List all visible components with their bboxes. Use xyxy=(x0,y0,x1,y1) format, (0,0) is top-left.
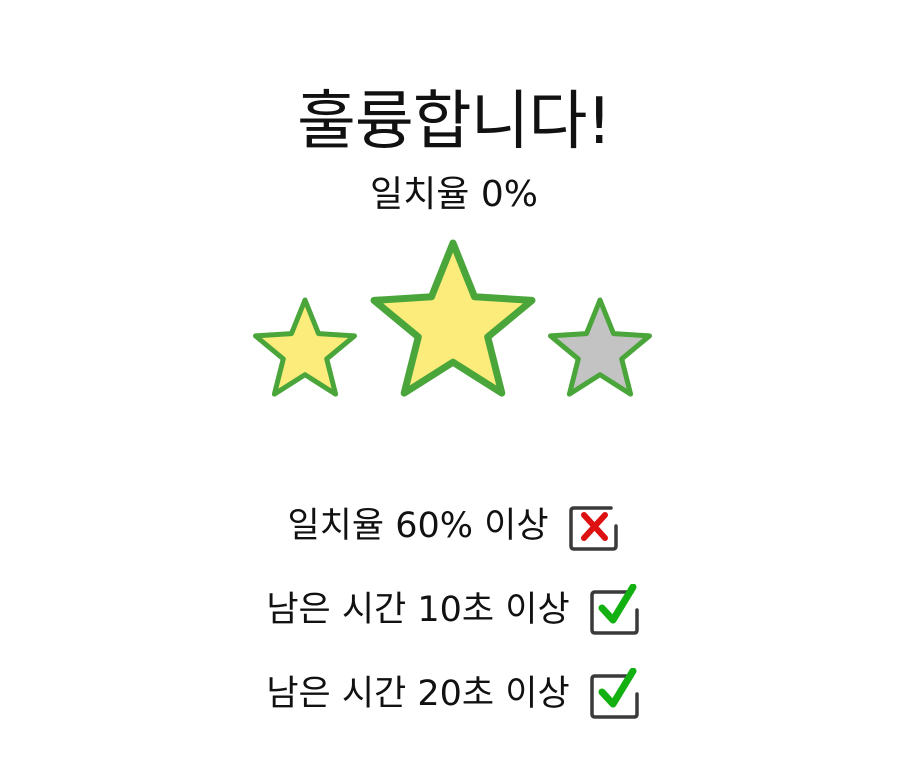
star-conditions-list: 일치율 60% 이상 남은 시간 10초 이상 남은 시간 20초 이상 xyxy=(0,484,908,736)
match-rate-text: 일치율 0% xyxy=(370,174,538,215)
condition-label: 남은 시간 20초 이상 xyxy=(266,674,570,714)
condition-label: 일치율 60% 이상 xyxy=(287,506,549,546)
check-mark-icon xyxy=(589,584,639,635)
result-title: 훌륭합니다! xyxy=(296,85,612,159)
cross-mark-icon xyxy=(568,506,618,551)
star-icon-2 xyxy=(370,239,536,397)
condition-row-match-rate: 일치율 60% 이상 xyxy=(0,484,908,568)
condition-label: 남은 시간 10초 이상 xyxy=(266,590,570,630)
star-icon-1 xyxy=(253,297,357,397)
check-mark-icon xyxy=(589,668,639,719)
condition-row-time-10: 남은 시간 10초 이상 xyxy=(0,568,908,652)
result-panel: 훌륭합니다! 일치율 0% 일치율 60% 이상 남은 시간 10초 이상 남은… xyxy=(0,0,908,776)
condition-row-time-20: 남은 시간 20초 이상 xyxy=(0,652,908,736)
star-rating xyxy=(0,228,908,418)
star-icon-3 xyxy=(548,297,652,397)
